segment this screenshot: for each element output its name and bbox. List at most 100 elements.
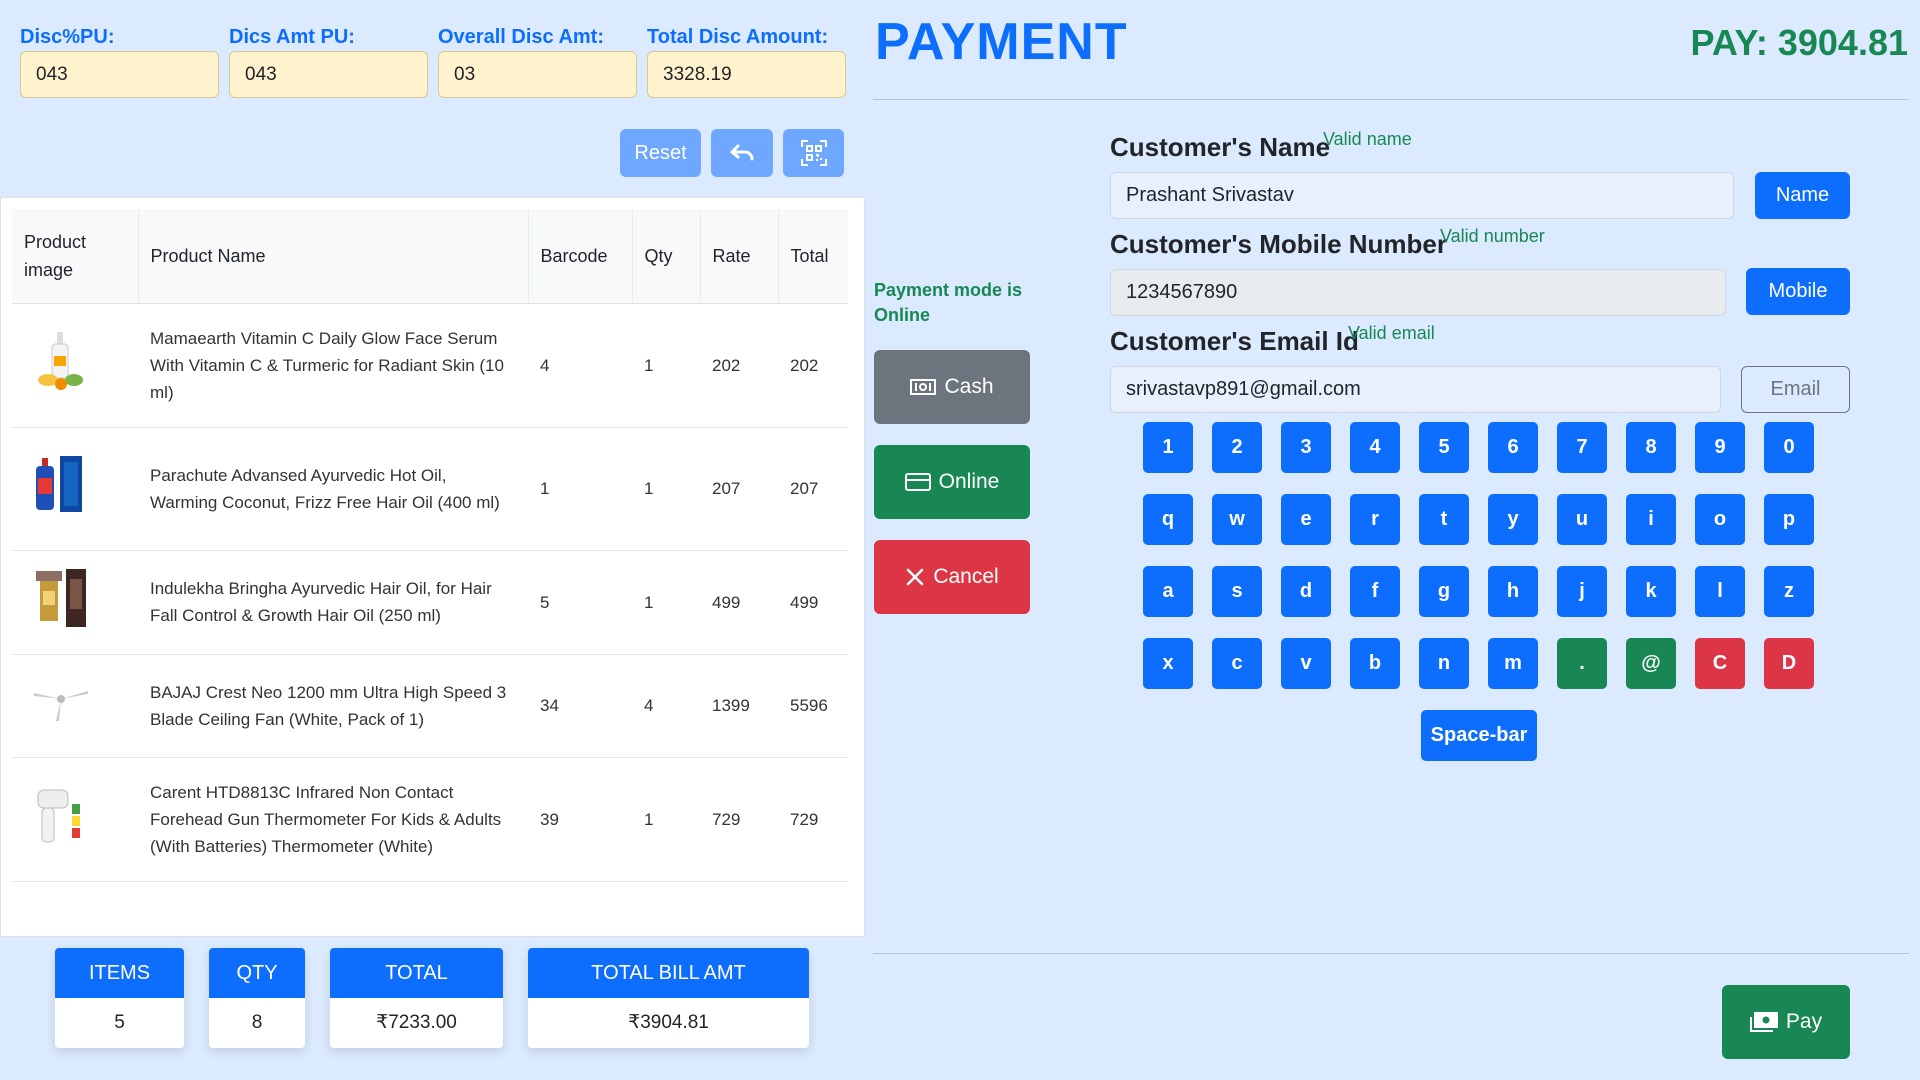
- key-u[interactable]: u: [1557, 494, 1607, 545]
- key-8[interactable]: 8: [1626, 422, 1676, 473]
- pay-button[interactable]: Pay: [1722, 985, 1850, 1059]
- disc-amount-input[interactable]: [229, 51, 428, 98]
- disc-percent-input[interactable]: [20, 51, 219, 98]
- customer-name-input[interactable]: [1110, 172, 1734, 219]
- key-y[interactable]: y: [1488, 494, 1538, 545]
- rate-cell: 207: [700, 427, 778, 551]
- key-1[interactable]: 1: [1143, 422, 1193, 473]
- online-button[interactable]: Online: [874, 445, 1030, 519]
- key-f[interactable]: f: [1350, 566, 1400, 617]
- total-summary-value: ₹7233.00: [330, 998, 503, 1048]
- qty-cell: 1: [632, 303, 700, 428]
- customer-mobile-input[interactable]: [1110, 269, 1726, 316]
- undo-button[interactable]: [711, 129, 773, 177]
- key-c[interactable]: c: [1212, 638, 1262, 689]
- key-v[interactable]: v: [1281, 638, 1331, 689]
- key-0[interactable]: 0: [1764, 422, 1814, 473]
- key-w[interactable]: w: [1212, 494, 1262, 545]
- pay-amount: PAY: 3904.81: [1690, 22, 1909, 63]
- total-cell: 5596: [778, 654, 848, 758]
- disc-percent-label: Disc%PU:: [20, 26, 115, 48]
- key-h[interactable]: h: [1488, 566, 1538, 617]
- key-7[interactable]: 7: [1557, 422, 1607, 473]
- key-k[interactable]: k: [1626, 566, 1676, 617]
- customer-name-label: Customer's Name: [1110, 132, 1331, 162]
- discount-row: Disc%PU: Dics Amt PU: Overall Disc Amt: …: [20, 24, 846, 98]
- reset-button[interactable]: Reset: [620, 129, 701, 177]
- key-d[interactable]: d: [1281, 566, 1331, 617]
- credit-card-icon: [904, 473, 931, 491]
- header-barcode: Barcode: [528, 209, 633, 304]
- key-s[interactable]: s: [1212, 566, 1262, 617]
- total-disc-input[interactable]: [647, 51, 846, 98]
- key-t[interactable]: t: [1419, 494, 1469, 545]
- bill-summary-card: TOTAL BILL AMT ₹3904.81: [528, 948, 809, 1048]
- payment-title: PAYMENT: [875, 13, 1128, 71]
- cart-panel: Disc%PU: Dics Amt PU: Overall Disc Amt: …: [0, 0, 866, 1080]
- close-icon: [907, 568, 924, 586]
- cash-icon: [910, 379, 937, 395]
- thermometer-product-image: [37, 789, 80, 843]
- key-q[interactable]: q: [1143, 494, 1193, 545]
- cart-toolbar: Reset: [620, 129, 844, 177]
- cash-button[interactable]: Cash: [874, 350, 1030, 424]
- key-delete[interactable]: D: [1764, 638, 1814, 689]
- key-9[interactable]: 9: [1695, 422, 1745, 473]
- table-row[interactable]: Mamaearth Vitamin C Daily Glow Face Seru…: [12, 303, 848, 428]
- key-j[interactable]: j: [1557, 566, 1607, 617]
- items-summary-card: ITEMS 5: [55, 948, 184, 1048]
- qty-summary-label: QTY: [209, 948, 305, 998]
- barcode-cell: 4: [528, 303, 632, 428]
- key-i[interactable]: i: [1626, 494, 1676, 545]
- key-at[interactable]: @: [1626, 638, 1676, 689]
- customer-email-label: Customer's Email Id: [1110, 326, 1359, 356]
- table-row[interactable]: Parachute Advansed Ayurvedic Hot Oil, Wa…: [12, 427, 848, 551]
- total-cell: 729: [778, 757, 848, 882]
- top-divider: [873, 99, 1909, 100]
- key-2[interactable]: 2: [1212, 422, 1262, 473]
- name-button[interactable]: Name: [1755, 172, 1850, 219]
- key-m[interactable]: m: [1488, 638, 1538, 689]
- key-e[interactable]: e: [1281, 494, 1331, 545]
- keyboard-row-numbers: 1 2 3 4 5 6 7 8 9 0: [1143, 422, 1833, 473]
- key-g[interactable]: g: [1419, 566, 1469, 617]
- overall-disc-input[interactable]: [438, 51, 637, 98]
- table-row[interactable]: BAJAJ Crest Neo 1200 mm Ultra High Speed…: [12, 654, 848, 758]
- key-r[interactable]: r: [1350, 494, 1400, 545]
- product-name-cell: Parachute Advansed Ayurvedic Hot Oil, Wa…: [138, 427, 528, 551]
- key-5[interactable]: 5: [1419, 422, 1469, 473]
- rate-cell: 499: [700, 550, 778, 655]
- mobile-button[interactable]: Mobile: [1746, 268, 1850, 315]
- hair-oil-product-image: [36, 455, 82, 512]
- total-summary-card: TOTAL ₹7233.00: [330, 948, 503, 1048]
- key-x[interactable]: x: [1143, 638, 1193, 689]
- product-image-cell: [12, 550, 138, 655]
- bottom-divider: [873, 953, 1909, 954]
- key-z[interactable]: z: [1764, 566, 1814, 617]
- key-dot[interactable]: .: [1557, 638, 1607, 689]
- cancel-button[interactable]: Cancel: [874, 540, 1030, 614]
- qr-scan-button[interactable]: [783, 129, 844, 177]
- key-a[interactable]: a: [1143, 566, 1193, 617]
- table-row[interactable]: Carent HTD8813C Infrared Non Contact For…: [12, 757, 848, 882]
- key-n[interactable]: n: [1419, 638, 1469, 689]
- header-rate: Rate: [700, 209, 779, 304]
- table-row[interactable]: Indulekha Bringha Ayurvedic Hair Oil, fo…: [12, 550, 848, 655]
- space-bar-button[interactable]: Space-bar: [1421, 710, 1537, 761]
- key-l[interactable]: l: [1695, 566, 1745, 617]
- email-valid-message: Valid email: [1348, 323, 1435, 343]
- product-name-cell: Mamaearth Vitamin C Daily Glow Face Seru…: [138, 303, 528, 428]
- key-3[interactable]: 3: [1281, 422, 1331, 473]
- header-qty: Qty: [632, 209, 701, 304]
- key-4[interactable]: 4: [1350, 422, 1400, 473]
- qty-cell: 1: [632, 757, 700, 882]
- email-button[interactable]: Email: [1741, 366, 1850, 413]
- qty-summary-card: QTY 8: [209, 948, 305, 1048]
- customer-email-input[interactable]: [1110, 366, 1721, 413]
- key-b[interactable]: b: [1350, 638, 1400, 689]
- total-cell: 202: [778, 303, 848, 428]
- key-clear[interactable]: C: [1695, 638, 1745, 689]
- key-6[interactable]: 6: [1488, 422, 1538, 473]
- key-p[interactable]: p: [1764, 494, 1814, 545]
- key-o[interactable]: o: [1695, 494, 1745, 545]
